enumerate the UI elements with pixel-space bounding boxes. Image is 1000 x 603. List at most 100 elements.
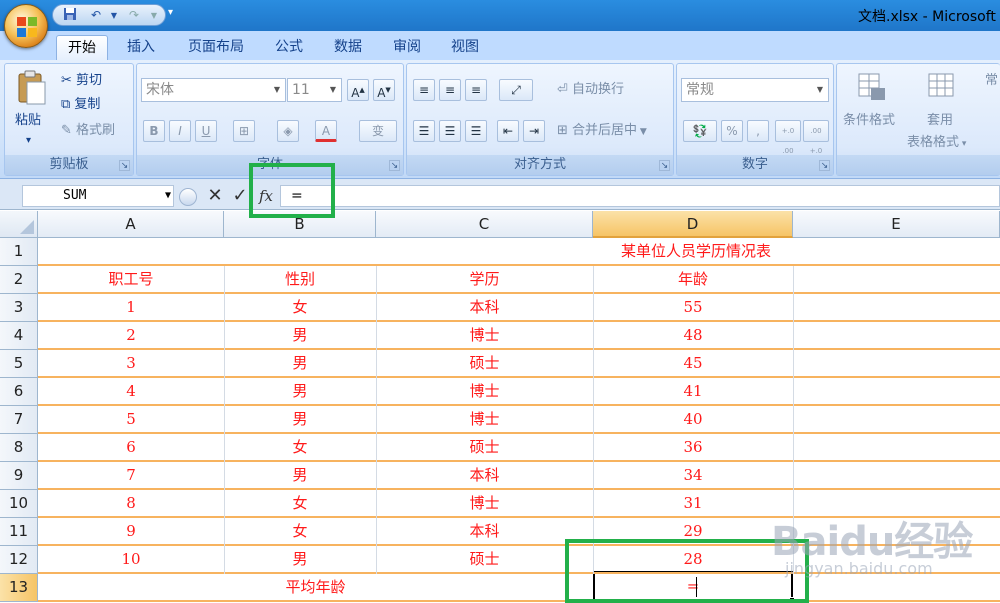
grow-font-icon[interactable]: A▲ [347, 79, 369, 101]
data-cell[interactable]: 博士 [376, 322, 593, 350]
data-cell[interactable]: 女 [224, 490, 376, 518]
name-box[interactable]: SUM ▼ [22, 185, 174, 207]
paste-dropdown-icon[interactable]: ▾ [26, 130, 31, 152]
paste-icon[interactable] [15, 70, 47, 106]
shrink-font-icon[interactable]: A▼ [373, 79, 395, 101]
increase-decimal-button[interactable]: +.0 .00 [775, 120, 801, 155]
conditional-format-button[interactable]: 条件格式 [843, 110, 895, 132]
paste-button[interactable]: 粘贴 [15, 110, 41, 132]
borders-icon[interactable]: ⊞ [233, 120, 255, 142]
sheet-title-cell[interactable]: 某单位人员学历情况表 [376, 238, 1000, 266]
dialog-launcher-icon[interactable]: ↘ [389, 160, 400, 171]
table-format-button[interactable]: 表格格式 ▾ [907, 132, 966, 154]
data-cell[interactable]: 8 [38, 490, 224, 518]
data-cell[interactable]: 博士 [376, 406, 593, 434]
dialog-launcher-icon[interactable]: ↘ [659, 160, 670, 171]
column-header-c[interactable]: C [376, 211, 593, 238]
redo-dropdown-icon[interactable]: ▼ [145, 7, 163, 24]
tab-review[interactable]: 审阅 [382, 35, 432, 61]
average-label-cell[interactable]: 平均年龄 [38, 574, 593, 602]
data-cell[interactable]: 男 [224, 406, 376, 434]
data-cell[interactable]: 5 [38, 406, 224, 434]
align-right-icon[interactable]: ☰ [465, 120, 487, 142]
undo-icon[interactable]: ↶ [87, 7, 105, 24]
data-cell[interactable]: 36 [593, 434, 793, 462]
undo-dropdown-icon[interactable]: ▼ [105, 7, 123, 24]
align-left-icon[interactable]: ☰ [413, 120, 435, 142]
data-cell[interactable]: 女 [224, 294, 376, 322]
currency-icon[interactable]: 💱 [683, 120, 717, 142]
cut-button[interactable]: ✂ 剪切 [61, 70, 102, 92]
save-icon[interactable] [61, 7, 79, 24]
data-cell[interactable]: 10 [38, 546, 224, 574]
font-name-select[interactable]: 宋体 ▼ [141, 78, 286, 102]
data-cell[interactable]: 40 [593, 406, 793, 434]
tab-formulas[interactable]: 公式 [264, 35, 314, 61]
data-cell[interactable]: 6 [38, 434, 224, 462]
conditional-format-icon[interactable] [857, 72, 887, 102]
comma-button[interactable]: , [747, 120, 769, 142]
data-cell[interactable]: 男 [224, 350, 376, 378]
data-cell[interactable]: 硕士 [376, 546, 593, 574]
phonetic-button[interactable]: 变 [359, 120, 397, 142]
percent-button[interactable]: % [721, 120, 743, 142]
data-cell[interactable]: 2 [38, 322, 224, 350]
align-top-icon[interactable]: ≡ [413, 79, 435, 101]
italic-button[interactable]: I [169, 120, 191, 142]
office-button[interactable] [4, 4, 48, 48]
row-header-12[interactable]: 12 [0, 546, 38, 574]
data-cell[interactable]: 45 [593, 350, 793, 378]
header-cell[interactable]: 年龄 [593, 266, 793, 294]
data-cell[interactable]: 3 [38, 350, 224, 378]
column-header-e[interactable]: E [793, 211, 1000, 238]
decrease-decimal-button[interactable]: .00 +.0 [803, 120, 829, 155]
data-cell[interactable]: 男 [224, 462, 376, 490]
data-cell[interactable]: 博士 [376, 490, 593, 518]
orientation-icon[interactable]: ⤢ [499, 79, 533, 101]
align-bottom-icon[interactable]: ≡ [465, 79, 487, 101]
row-header-11[interactable]: 11 [0, 518, 38, 546]
fill-color-icon[interactable]: ◈ [277, 120, 299, 142]
tab-page-layout[interactable]: 页面布局 [176, 35, 256, 61]
select-all-button[interactable] [0, 211, 38, 238]
dialog-launcher-icon[interactable]: ↘ [819, 160, 830, 171]
font-size-select[interactable]: 11 ▼ [287, 78, 342, 102]
row-header-5[interactable]: 5 [0, 350, 38, 378]
data-cell[interactable]: 9 [38, 518, 224, 546]
format-painter-button[interactable]: ✎ 格式刷 [61, 120, 115, 142]
data-cell[interactable]: 1 [38, 294, 224, 322]
data-cell[interactable]: 41 [593, 378, 793, 406]
copy-button[interactable]: ⧉ 复制 [61, 94, 100, 116]
data-cell[interactable]: 31 [593, 490, 793, 518]
data-cell[interactable]: 硕士 [376, 350, 593, 378]
data-cell[interactable]: 48 [593, 322, 793, 350]
data-cell[interactable]: 女 [224, 434, 376, 462]
font-color-button[interactable]: A [315, 120, 337, 142]
data-cell[interactable]: 7 [38, 462, 224, 490]
underline-button[interactable]: U [195, 120, 217, 142]
data-cell[interactable]: 本科 [376, 462, 593, 490]
align-middle-icon[interactable]: ≡ [439, 79, 461, 101]
customize-toolbar-icon[interactable]: ▾ [168, 7, 182, 23]
header-cell[interactable]: 学历 [376, 266, 593, 294]
data-cell[interactable]: 硕士 [376, 434, 593, 462]
data-cell[interactable]: 55 [593, 294, 793, 322]
data-cell[interactable]: 男 [224, 378, 376, 406]
merge-center-button[interactable]: ⊞ 合并后居中 ▼ [557, 120, 647, 142]
decrease-indent-icon[interactable]: ⇤ [497, 120, 519, 142]
row-header-10[interactable]: 10 [0, 490, 38, 518]
tab-data[interactable]: 数据 [322, 35, 374, 61]
row-header-3[interactable]: 3 [0, 294, 38, 322]
cancel-icon[interactable]: ✕ [203, 184, 227, 208]
column-header-d[interactable]: D [593, 211, 793, 238]
row-header-8[interactable]: 8 [0, 434, 38, 462]
data-cell[interactable]: 本科 [376, 518, 593, 546]
align-center-icon[interactable]: ☰ [439, 120, 461, 142]
bold-button[interactable]: B [143, 120, 165, 142]
table-format-icon[interactable] [927, 72, 957, 102]
row-header-13[interactable]: 13 [0, 574, 38, 602]
increase-indent-icon[interactable]: ⇥ [523, 120, 545, 142]
wrap-text-button[interactable]: ⏎ 自动换行 [557, 79, 624, 101]
row-header-4[interactable]: 4 [0, 322, 38, 350]
column-header-a[interactable]: A [38, 211, 224, 238]
